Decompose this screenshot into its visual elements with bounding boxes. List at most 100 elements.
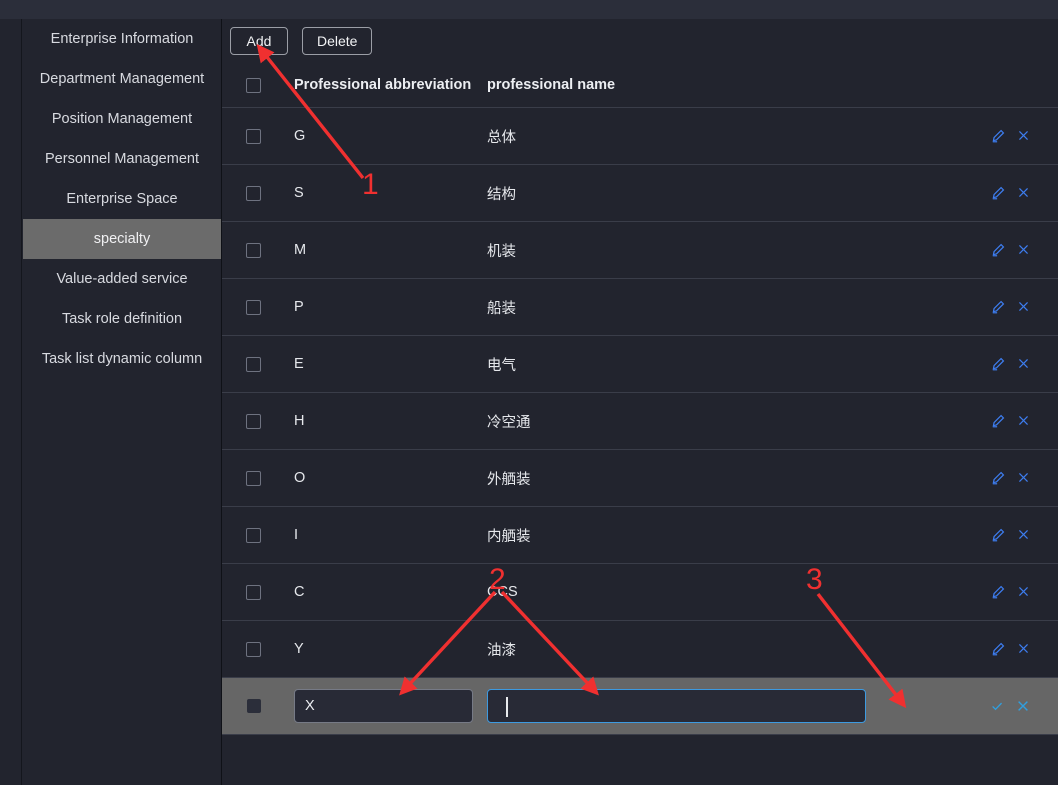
cell-text: E [294, 356, 304, 372]
table-row[interactable]: P 船装 [222, 279, 1058, 336]
select-all-cell [222, 77, 285, 93]
cell-text: 油漆 [487, 642, 516, 659]
row-checkbox[interactable] [246, 641, 261, 657]
cell-actions [938, 127, 1058, 145]
row-checkbox[interactable] [246, 584, 261, 600]
professional-name-input[interactable] [487, 689, 866, 723]
cell-text: 结构 [487, 186, 516, 203]
row-checkbox[interactable] [246, 299, 261, 315]
pencil-icon[interactable] [991, 528, 1005, 542]
check-icon[interactable] [990, 699, 1004, 713]
table-row[interactable]: M 机装 [222, 222, 1058, 279]
sidebar-item-specialty[interactable]: specialty [23, 219, 221, 259]
sidebar-item-value-added-service[interactable]: Value-added service [23, 259, 221, 299]
row-select-cell [222, 527, 285, 543]
pencil-icon[interactable] [991, 585, 1005, 599]
cell-text: Y [294, 641, 304, 657]
pencil-icon[interactable] [991, 300, 1005, 314]
close-icon[interactable] [1016, 699, 1030, 713]
table-row[interactable]: H 冷空通 [222, 393, 1058, 450]
cell-actions [938, 469, 1058, 487]
pencil-icon[interactable] [991, 357, 1005, 371]
table-row[interactable]: O 外舾装 [222, 450, 1058, 507]
table-row[interactable]: G 总体 [222, 108, 1058, 165]
row-checkbox[interactable] [246, 470, 261, 486]
row-select-cell [222, 185, 285, 201]
pencil-icon[interactable] [991, 129, 1005, 143]
cell-text: I [294, 527, 299, 543]
cell-name: 电气 [481, 354, 938, 375]
close-icon[interactable] [1017, 129, 1030, 142]
sidebar-item-label: Task role definition [61, 311, 183, 327]
cell-actions [938, 412, 1058, 430]
close-icon[interactable] [1017, 186, 1030, 199]
close-icon[interactable] [1017, 414, 1030, 427]
sidebar-item-department-management[interactable]: Department Management [23, 59, 221, 99]
cell-name: 外舾装 [481, 468, 938, 489]
cell-name-edit [481, 689, 938, 723]
cell-name: 船装 [481, 297, 938, 318]
close-icon[interactable] [1017, 471, 1030, 484]
sidebar-item-enterprise-space[interactable]: Enterprise Space [23, 179, 221, 219]
delete-button[interactable]: Delete [302, 27, 373, 55]
sidebar-item-task-list-dynamic-column[interactable]: Task list dynamic column [23, 339, 221, 379]
row-checkbox[interactable] [246, 527, 261, 543]
cell-abbreviation: M [285, 241, 481, 259]
header-cell-abbreviation: Professional abbreviation [285, 76, 481, 94]
close-icon[interactable] [1017, 528, 1030, 541]
cell-actions [938, 583, 1058, 601]
cell-name: 结构 [481, 183, 938, 204]
row-checkbox[interactable] [246, 699, 261, 713]
pencil-icon[interactable] [991, 243, 1005, 257]
row-select-cell [222, 299, 285, 315]
cell-text: 总体 [487, 129, 516, 146]
close-icon[interactable] [1017, 243, 1030, 256]
abbreviation-input[interactable] [294, 689, 473, 723]
cell-text: C [294, 584, 305, 600]
add-button[interactable]: Add [230, 27, 288, 55]
left-gutter [0, 19, 22, 785]
row-checkbox[interactable] [246, 356, 261, 372]
pencil-icon[interactable] [991, 414, 1005, 428]
sidebar-item-personnel-management[interactable]: Personnel Management [23, 139, 221, 179]
pencil-icon[interactable] [991, 471, 1005, 485]
cell-abbreviation: Y [285, 640, 481, 658]
cell-actions [938, 355, 1058, 373]
row-checkbox[interactable] [246, 185, 261, 201]
cell-actions-edit [938, 697, 1058, 715]
close-icon[interactable] [1017, 642, 1030, 655]
pencil-icon[interactable] [991, 186, 1005, 200]
close-icon[interactable] [1017, 585, 1030, 598]
pencil-icon[interactable] [991, 642, 1005, 656]
sidebar-item-enterprise-information[interactable]: Enterprise Information [23, 19, 221, 59]
row-checkbox[interactable] [246, 242, 261, 258]
table-row[interactable]: C CCS [222, 564, 1058, 621]
cell-text: 船装 [487, 300, 516, 317]
table-row[interactable]: S 结构 [222, 165, 1058, 222]
cell-text: M [294, 242, 307, 258]
cell-text: 冷空通 [487, 414, 531, 431]
close-icon[interactable] [1017, 357, 1030, 370]
select-all-checkbox[interactable] [246, 77, 261, 93]
close-icon[interactable] [1017, 300, 1030, 313]
annotation-label-2: 2 [489, 563, 506, 596]
table-row[interactable]: Y 油漆 [222, 621, 1058, 678]
cell-abbreviation: S [285, 184, 481, 202]
sidebar-item-task-role-definition[interactable]: Task role definition [23, 299, 221, 339]
row-select-cell [222, 242, 285, 258]
sidebar-item-label: Enterprise Space [66, 191, 178, 207]
row-select-cell [222, 356, 285, 372]
app-root: Enterprise Information Department Manage… [0, 0, 1058, 785]
cell-abbreviation: H [285, 412, 481, 430]
cell-actions [938, 640, 1058, 658]
cell-actions [938, 184, 1058, 202]
row-checkbox[interactable] [246, 413, 261, 429]
table-row[interactable]: E 电气 [222, 336, 1058, 393]
table-row[interactable]: I 内舾装 [222, 507, 1058, 564]
cell-name: 油漆 [481, 639, 938, 660]
column-header-label: Professional abbreviation [294, 77, 472, 93]
header-cell-name: professional name [481, 76, 938, 94]
row-checkbox[interactable] [246, 128, 261, 144]
sidebar-item-position-management[interactable]: Position Management [23, 99, 221, 139]
table-edit-row[interactable] [222, 678, 1058, 735]
